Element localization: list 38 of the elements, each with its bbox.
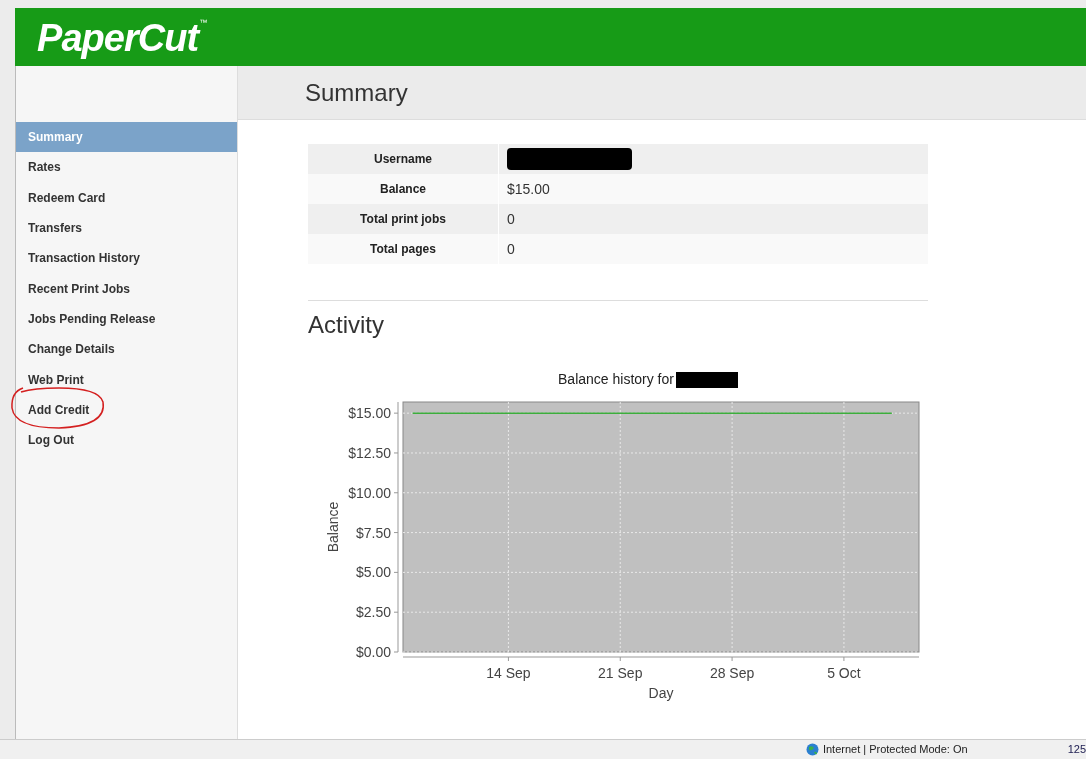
summary-value: 0 <box>507 239 515 259</box>
summary-label: Total print jobs <box>359 211 447 228</box>
chart-title: Balance history for <box>558 370 674 389</box>
summary-label: Total pages <box>369 241 437 258</box>
zone-status: Internet | Protected Mode: On <box>822 742 968 758</box>
globe-icon <box>805 743 819 756</box>
y-tick-label: $0.00 <box>355 644 391 660</box>
sidebar-item[interactable]: Recent Print Jobs <box>16 273 237 304</box>
x-axis-title: Day <box>648 685 674 701</box>
y-tick-label: $5.00 <box>355 564 391 581</box>
sidebar-item[interactable]: Rates <box>16 152 237 183</box>
summary-label: Balance <box>379 181 427 198</box>
x-tick-label: 28 Sep <box>709 665 755 681</box>
page-title: Summary <box>305 77 408 108</box>
sidebar-item[interactable]: Log Out <box>16 424 237 456</box>
section-title: Activity <box>308 311 384 338</box>
sidebar-item[interactable]: Redeem Card <box>16 182 237 213</box>
sidebar-item[interactable]: Transaction History <box>16 243 237 274</box>
sidebar-item[interactable]: Transfers <box>16 212 237 244</box>
x-tick-label: 14 Sep <box>486 665 531 681</box>
summary-label: Username <box>373 151 433 168</box>
summary-value: $15.00 <box>507 179 550 199</box>
trademark-mark: ™ <box>199 18 208 27</box>
zoom-level[interactable]: 125 <box>1067 741 1086 758</box>
y-tick-label: $15.00 <box>348 405 391 422</box>
papercut-logo: PaperCut <box>37 18 199 58</box>
x-tick-label: 5 Oct <box>827 665 861 681</box>
y-tick-label: $12.50 <box>348 444 391 461</box>
y-axis-title: Balance <box>325 501 341 553</box>
summary-value: 0 <box>507 209 515 229</box>
sidebar-item[interactable]: Jobs Pending Release <box>16 303 237 335</box>
sidebar-item[interactable]: Web Print <box>16 364 237 395</box>
x-tick-label: 21 Sep <box>598 665 643 681</box>
sidebar-item[interactable]: Add Credit <box>16 394 237 425</box>
y-tick-label: $10.00 <box>348 484 391 501</box>
y-tick-label: $7.50 <box>355 524 391 541</box>
y-tick-label: $2.50 <box>355 604 391 621</box>
sidebar-item[interactable]: Change Details <box>16 334 237 365</box>
